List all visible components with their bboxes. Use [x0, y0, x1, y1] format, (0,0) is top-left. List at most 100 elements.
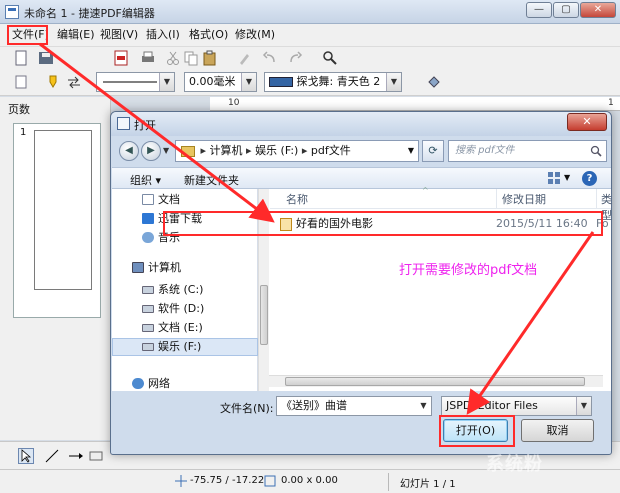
- horizontal-ruler: 10 1: [210, 97, 620, 111]
- fill-color-value: 探戈舞: 青天色 2: [296, 75, 381, 88]
- column-header-modified[interactable]: 修改日期: [502, 191, 546, 207]
- address-chevron-icon[interactable]: ▼: [408, 141, 414, 161]
- filename-value: 《送别》曲谱: [281, 399, 347, 412]
- column-header-divider: [270, 208, 611, 209]
- app-title: 未命名 1 - 捷速PDF编辑器: [24, 7, 155, 20]
- highlight-icon[interactable]: [45, 74, 61, 90]
- redo-icon[interactable]: [287, 50, 303, 66]
- standard-toolbar: [0, 46, 620, 68]
- open-button-highlight: [439, 415, 515, 447]
- drive-icon: [142, 343, 154, 351]
- ruler-tick-label: 1: [608, 98, 614, 108]
- menu-bar: 文件(F) 编辑(E) 视图(V) 插入(I) 格式(O) 修改(M): [0, 24, 620, 46]
- history-chevron-icon[interactable]: ▼: [163, 146, 169, 155]
- cancel-button[interactable]: 取消: [521, 419, 594, 442]
- line-width-value: 0.00毫米: [189, 75, 236, 88]
- arrange-icon[interactable]: [66, 74, 82, 90]
- dialog-footer: 文件名(N): 《送别》曲谱 ▼ JSPDFEditor Files ▼ 打开(…: [112, 392, 611, 454]
- dialog-title: 打开: [134, 119, 156, 132]
- zoom-icon[interactable]: [322, 50, 338, 66]
- snap-icon[interactable]: [13, 74, 29, 90]
- paste-icon[interactable]: [202, 50, 218, 66]
- nav-item-documents[interactable]: 文档: [112, 191, 258, 209]
- nav-scroll-thumb[interactable]: [260, 285, 268, 345]
- dialog-title-bar: 打开 ✕: [111, 112, 611, 136]
- nav-item-drive-d[interactable]: 软件 (D:): [112, 300, 258, 318]
- line-width-input[interactable]: 0.00毫米 ▼: [184, 72, 257, 92]
- back-button[interactable]: ◀: [119, 141, 139, 161]
- copy-icon[interactable]: [183, 50, 199, 66]
- filetype-select[interactable]: JSPDFEditor Files ▼: [441, 396, 592, 416]
- menu-edit[interactable]: 编辑(E): [57, 27, 95, 44]
- drive-icon: [142, 324, 154, 332]
- slide-thumbnail[interactable]: [34, 130, 92, 290]
- menu-modify[interactable]: 修改(M): [235, 27, 275, 44]
- app-title-bar: 未命名 1 - 捷速PDF编辑器 — ▢ ✕: [0, 0, 620, 24]
- nav-item-drive-e[interactable]: 文档 (E:): [112, 319, 258, 337]
- help-icon[interactable]: ?: [582, 171, 597, 186]
- nav-item-network[interactable]: 网络: [112, 375, 258, 393]
- line-style-select[interactable]: ▼: [96, 72, 175, 92]
- folder-icon: [181, 145, 195, 157]
- nav-item-computer[interactable]: 计算机: [112, 259, 258, 277]
- cut-icon[interactable]: [165, 50, 181, 66]
- filename-label: 文件名(N):: [220, 402, 274, 415]
- nav-item-drive-f[interactable]: 娱乐 (F:): [112, 338, 258, 356]
- ruler-tick-label: 10: [228, 98, 240, 108]
- print-icon[interactable]: [140, 50, 156, 66]
- status-position: -75.75 / -17.22: [190, 475, 265, 486]
- drive-icon: [142, 286, 154, 294]
- rectangle-tool-icon[interactable]: [88, 448, 104, 464]
- save-icon[interactable]: [38, 50, 54, 66]
- breadcrumb-drive[interactable]: 娱乐 (F:): [255, 144, 298, 157]
- line-tool-icon[interactable]: [44, 448, 60, 464]
- view-chevron-icon[interactable]: ▼: [564, 173, 570, 182]
- horizontal-scrollbar[interactable]: [269, 375, 603, 387]
- arrow-tool-icon[interactable]: [68, 448, 84, 464]
- status-separator: [388, 473, 389, 491]
- menu-file-highlight: [7, 25, 48, 45]
- app-icon: [5, 5, 19, 19]
- menu-view[interactable]: 视图(V): [100, 27, 138, 44]
- dialog-navigation-row: ◀ ▶ ▼ ▸ 计算机 ▸ 娱乐 (F:) ▸ pdf文件 ▼ ⟳ 搜索 pdf…: [111, 136, 611, 166]
- address-bar[interactable]: ▸ 计算机 ▸ 娱乐 (F:) ▸ pdf文件 ▼: [175, 140, 419, 162]
- view-options-icon[interactable]: [547, 171, 561, 185]
- dialog-close-button[interactable]: ✕: [567, 113, 607, 131]
- fill-color-select[interactable]: 探戈舞: 青天色 2 ▼: [264, 72, 402, 92]
- breadcrumb-computer[interactable]: 计算机: [210, 144, 243, 157]
- breadcrumb-folder[interactable]: pdf文件: [311, 144, 351, 157]
- close-button[interactable]: ✕: [580, 2, 616, 18]
- status-slide-indicator: 幻灯片 1 / 1: [400, 479, 456, 490]
- new-folder-button[interactable]: 新建文件夹: [184, 172, 239, 188]
- brush-icon[interactable]: [237, 50, 253, 66]
- column-header-name[interactable]: 名称: [286, 191, 308, 207]
- horizontal-scroll-thumb[interactable]: [285, 377, 585, 386]
- fill-bucket-icon[interactable]: [426, 74, 442, 90]
- thunder-download-icon: [142, 213, 154, 224]
- menu-insert[interactable]: 插入(I): [146, 27, 180, 44]
- export-pdf-icon[interactable]: [113, 50, 129, 66]
- status-size: 0.00 x 0.00: [281, 475, 338, 486]
- search-input[interactable]: 搜索 pdf文件: [448, 140, 607, 162]
- chevron-down-icon: ▼: [241, 73, 256, 91]
- slide-thumbnail-list: 1: [13, 123, 101, 318]
- menu-format[interactable]: 格式(O): [189, 27, 228, 44]
- select-tool-icon[interactable]: [18, 448, 34, 464]
- refresh-button[interactable]: ⟳: [422, 140, 444, 162]
- slide-number: 1: [20, 127, 27, 138]
- minimize-button[interactable]: —: [526, 2, 552, 18]
- new-document-icon[interactable]: [13, 50, 29, 66]
- slides-pane-title: 页数: [8, 103, 30, 116]
- nav-item-drive-c[interactable]: 系统 (C:): [112, 281, 258, 299]
- filetype-value: JSPDFEditor Files: [446, 399, 538, 412]
- music-icon: [142, 232, 154, 243]
- undo-icon[interactable]: [262, 50, 278, 66]
- column-divider: [496, 189, 497, 208]
- maximize-button[interactable]: ▢: [553, 2, 579, 18]
- position-icon: [175, 475, 187, 487]
- forward-button[interactable]: ▶: [141, 141, 161, 161]
- organize-menu[interactable]: 组织 ▾: [130, 172, 161, 188]
- filename-input[interactable]: 《送别》曲谱 ▼: [276, 396, 432, 416]
- search-placeholder: 搜索 pdf文件: [455, 145, 515, 156]
- chevron-down-icon: ▼: [416, 397, 431, 415]
